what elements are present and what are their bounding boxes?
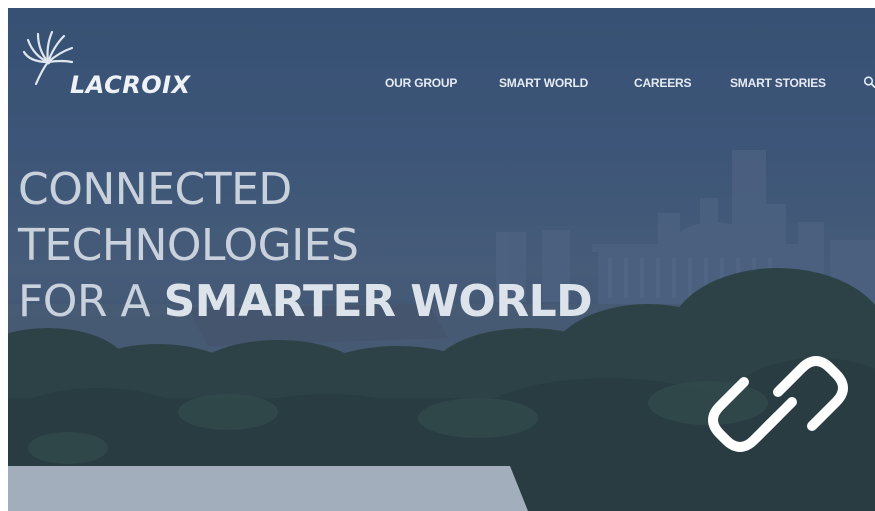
nav-item-smart-world[interactable]: SMART WORLD <box>499 75 588 91</box>
headline-line-3-lead: FOR A <box>18 276 164 327</box>
nav-item-careers[interactable]: CAREERS <box>634 75 691 91</box>
nav-item-our-group[interactable]: OUR GROUP <box>385 75 457 91</box>
hero-headline: CONNECTED TECHNOLOGIES FOR A SMARTER WOR… <box>18 162 593 330</box>
main-navigation: OUR GROUP SMART WORLD CAREERS SMART STOR… <box>8 75 875 95</box>
headline-line-1: CONNECTED <box>18 164 292 215</box>
headline-line-3-bold: SMARTER WORLD <box>163 276 593 327</box>
search-icon[interactable] <box>863 75 875 91</box>
link-icon[interactable] <box>696 332 860 476</box>
page-frame: LACROIX OUR GROUP SMART WORLD CAREERS SM… <box>0 0 875 511</box>
headline-line-2: TECHNOLOGIES <box>18 220 359 271</box>
headline-line-3: FOR A SMARTER WORLD <box>18 274 593 330</box>
nav-item-smart-stories[interactable]: SMART STORIES <box>730 75 826 91</box>
bottom-content-panel <box>8 466 528 511</box>
